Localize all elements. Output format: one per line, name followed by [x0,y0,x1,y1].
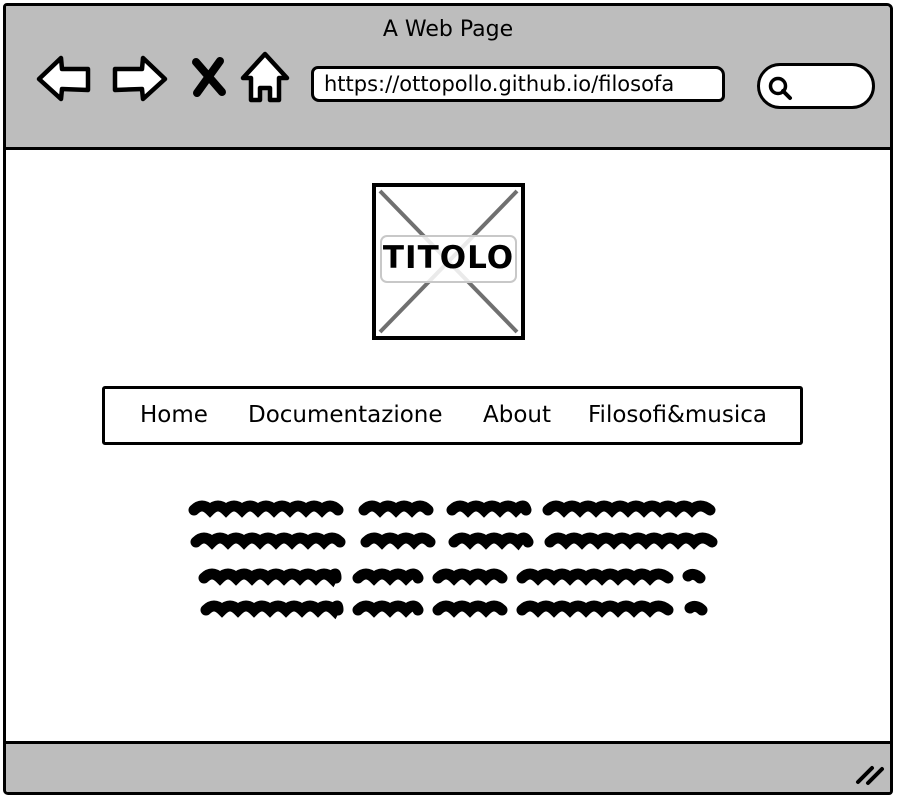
close-x-icon [192,57,226,97]
nav-link-documentazione[interactable]: Documentazione [248,389,443,442]
forward-arrow-icon [112,55,168,102]
nav-link-home[interactable]: Home [140,389,208,442]
nav-link-about[interactable]: About [483,389,551,442]
scribble-line-3 [198,568,706,588]
nav-link-filosofi-musica[interactable]: Filosofi&musica [588,389,767,442]
text-placeholder-scribble [188,500,718,620]
back-button[interactable] [34,48,94,108]
window-title: A Web Page [382,17,514,42]
back-arrow-icon [36,55,91,102]
page-content: TITOLO Home Documentazione About Filosof… [6,150,890,744]
scribble-line-4 [200,600,708,620]
browser-window: A Web Page https://ottopollo.github.io/f… [3,3,893,795]
scribble-line-1 [188,500,716,518]
stop-button[interactable] [186,48,231,108]
home-button[interactable] [239,48,291,108]
address-bar[interactable]: https://ottopollo.github.io/filosofa [311,66,725,102]
logo-title: TITOLO [380,235,517,283]
resize-handle-icon[interactable] [854,758,886,786]
main-navigation: Home Documentazione About Filosofi&music… [102,386,803,445]
logo-placeholder: TITOLO [372,183,525,340]
scribble-line-2 [190,532,718,551]
browser-toolbar: A Web Page https://ottopollo.github.io/f… [6,6,890,150]
browser-statusbar [6,741,890,792]
forward-button[interactable] [109,48,169,108]
search-icon [768,76,792,100]
search-field[interactable] [757,63,875,109]
home-icon [240,51,290,103]
